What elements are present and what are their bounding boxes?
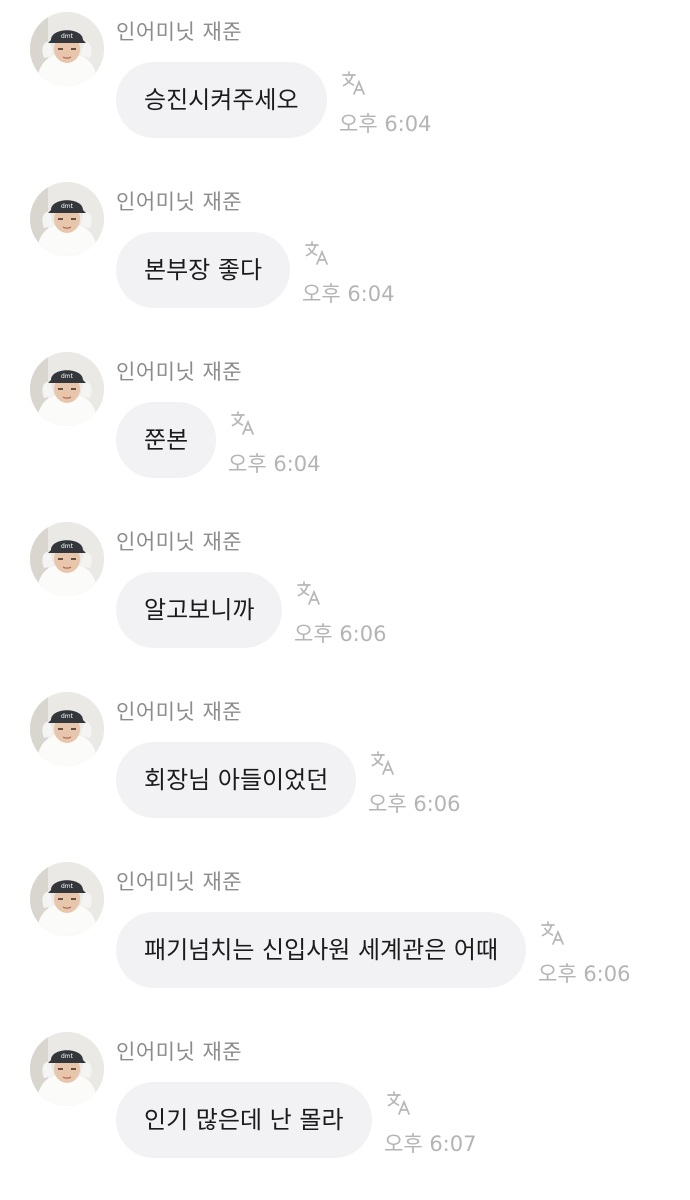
message-item: dmt 인어미닛 재준 알고보니까 오후 6:06	[0, 510, 690, 680]
message-time: 오후 6:04	[302, 282, 395, 306]
translate-icon[interactable]	[341, 70, 367, 96]
message-time: 오후 6:04	[228, 452, 321, 476]
translate-icon[interactable]	[386, 1090, 412, 1116]
avatar[interactable]: dmt	[30, 182, 104, 256]
svg-text:dmt: dmt	[61, 373, 74, 380]
message-item: dmt 인어미닛 재준 패기넘치는 신입사원 세계관은 어때 오후 6:06	[0, 850, 690, 1020]
avatar[interactable]: dmt	[30, 1032, 104, 1106]
message-bubble[interactable]: 본부장 좋다	[116, 232, 291, 308]
message-item: dmt 인어미닛 재준 본부장 좋다 오후 6:04	[0, 170, 690, 340]
sender-name: 인어미닛 재준	[116, 530, 243, 554]
sender-name: 인어미닛 재준	[116, 190, 243, 214]
message-item: dmt 인어미닛 재준 회장님 아들이었던 오후 6:06	[0, 680, 690, 850]
sender-name: 인어미닛 재준	[116, 1040, 243, 1064]
translate-icon[interactable]	[230, 410, 256, 436]
sender-name: 인어미닛 재준	[116, 870, 243, 894]
message-bubble[interactable]: 쭌본	[116, 402, 217, 478]
message-item: dmt 인어미닛 재준 승진시켜주세오 오후 6:04	[0, 0, 690, 170]
svg-text:dmt: dmt	[61, 1053, 74, 1060]
avatar[interactable]: dmt	[30, 692, 104, 766]
message-time: 오후 6:07	[384, 1132, 477, 1156]
message-time: 오후 6:06	[538, 962, 631, 986]
sender-name: 인어미닛 재준	[116, 360, 243, 384]
message-bubble[interactable]: 패기넘치는 신입사원 세계관은 어때	[116, 912, 527, 988]
message-time: 오후 6:06	[294, 622, 387, 646]
avatar[interactable]: dmt	[30, 352, 104, 426]
avatar[interactable]: dmt	[30, 12, 104, 86]
translate-icon[interactable]	[304, 240, 330, 266]
svg-text:dmt: dmt	[61, 33, 74, 40]
message-time: 오후 6:04	[339, 112, 432, 136]
message-bubble[interactable]: 알고보니까	[116, 572, 283, 648]
svg-text:dmt: dmt	[61, 713, 74, 720]
svg-text:dmt: dmt	[61, 883, 74, 890]
translate-icon[interactable]	[296, 580, 322, 606]
message-bubble[interactable]: 인기 많은데 난 몰라	[116, 1082, 372, 1158]
message-item: dmt 인어미닛 재준 인기 많은데 난 몰라 오후 6:07	[0, 1020, 690, 1190]
message-time: 오후 6:06	[368, 792, 461, 816]
message-bubble[interactable]: 승진시켜주세오	[116, 62, 327, 138]
translate-icon[interactable]	[540, 920, 566, 946]
message-bubble[interactable]: 회장님 아들이었던	[116, 742, 357, 818]
svg-text:dmt: dmt	[61, 543, 74, 550]
avatar[interactable]: dmt	[30, 522, 104, 596]
message-item: dmt 인어미닛 재준 쭌본 오후 6:04	[0, 340, 690, 510]
avatar[interactable]: dmt	[30, 862, 104, 936]
sender-name: 인어미닛 재준	[116, 20, 243, 44]
translate-icon[interactable]	[370, 750, 396, 776]
sender-name: 인어미닛 재준	[116, 700, 243, 724]
svg-text:dmt: dmt	[61, 203, 74, 210]
